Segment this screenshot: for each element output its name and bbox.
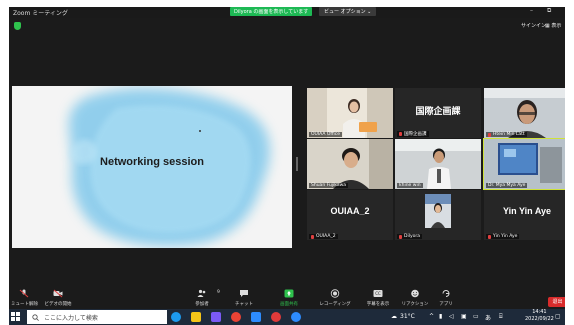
captions-button[interactable]: CC 字幕を表示: [364, 289, 392, 307]
clock-time: 14:41: [532, 309, 547, 315]
mic-muted-icon: [19, 289, 29, 298]
share-screen-icon: [284, 289, 294, 298]
video-feed: [307, 139, 393, 189]
weather-temp[interactable]: 31°C: [400, 313, 415, 320]
ime-mode[interactable]: あ: [485, 313, 491, 322]
reactions-icon: [411, 289, 419, 298]
participants-icon: [197, 289, 206, 297]
participant-tile[interactable]: Shuan Fujikawa: [307, 139, 393, 189]
participant-name-label: Yin Yin Aye: [486, 234, 520, 239]
mic-muted-icon: [399, 234, 402, 239]
shared-screen[interactable]: Networking session: [12, 86, 292, 248]
windows-taskbar: ここに入力して検索 ☁ 31°C ^ ▮ ◁ ▣ ▭ あ ⌸ 14:41 202…: [9, 309, 565, 325]
participant-name-label: Htein Min Latt: [486, 132, 527, 137]
search-icon: [32, 313, 39, 321]
participant-tile[interactable]: Htein Min Latt: [484, 88, 565, 138]
mic-muted-icon: [311, 234, 314, 239]
video-button[interactable]: ビデオの開始: [43, 289, 73, 307]
chrome-icon[interactable]: [231, 312, 241, 322]
shield-icon[interactable]: [14, 22, 21, 30]
cursor-dot: [199, 130, 201, 132]
leave-meeting-button[interactable]: 退出: [548, 297, 565, 307]
captions-icon: CC: [373, 290, 383, 297]
app-title: Zoom ミーティング: [13, 10, 68, 17]
tray-chevron-icon[interactable]: ^: [429, 313, 434, 320]
participants-count: 9: [217, 290, 220, 295]
clock-date: 2022/09/22: [525, 316, 554, 322]
participant-name-label: OUIAA Office: [309, 132, 343, 137]
participant-name-label: Dilyora: [397, 234, 422, 239]
tray-app-icon[interactable]: ▣: [461, 313, 467, 320]
mic-muted-icon: [488, 132, 491, 137]
session-title: Networking session: [100, 156, 204, 168]
meeting-topbar: サインイン ▦ 表示: [9, 18, 565, 34]
weather-icon[interactable]: ☁: [391, 313, 397, 320]
edge-icon[interactable]: [171, 312, 181, 322]
taskbar-clock[interactable]: 14:41 2022/09/22: [525, 309, 554, 323]
app-icon[interactable]: [271, 312, 281, 322]
participant-name-label: Dr. Mya Mya Aye: [486, 183, 528, 188]
apps-icon: [442, 290, 450, 297]
record-button[interactable]: レコーディング: [319, 289, 351, 307]
video-feed: [395, 190, 481, 240]
title-bar: Zoom ミーティング Dilyora の画面を表示しています ビュー オプショ…: [9, 7, 565, 18]
input-method-icon[interactable]: ⌸: [499, 313, 503, 321]
mic-muted-icon: [488, 234, 491, 239]
participant-name-label: 国際企画課: [397, 131, 429, 137]
reactions-button[interactable]: リアクション: [401, 289, 429, 307]
apps-button[interactable]: アプリ: [435, 289, 457, 307]
mic-muted-icon: [399, 132, 402, 136]
network-icon[interactable]: ▮: [439, 313, 442, 320]
video-feed: [484, 88, 565, 138]
participant-display-name: Yin Yin Aye: [502, 206, 551, 216]
share-notice: Dilyora の画面を表示しています: [230, 7, 313, 16]
video-feed: [484, 139, 565, 189]
participant-name-label: Shuan Fujikawa: [309, 183, 349, 188]
participant-tile[interactable]: Dilyora: [395, 190, 481, 240]
participant-tile[interactable]: OUIAA Office: [307, 88, 393, 138]
view-options-button[interactable]: ビュー オプション ⌄: [319, 7, 377, 16]
restore-button[interactable]: ⧉: [547, 7, 551, 15]
participants-button[interactable]: 参加者: [189, 289, 215, 307]
view-button[interactable]: ▦ 表示: [545, 22, 561, 29]
record-icon: [330, 289, 340, 298]
sign-in-button[interactable]: サインイン: [521, 22, 546, 29]
participant-tile[interactable]: Yin Yin Aye Yin Yin Aye: [484, 190, 565, 240]
notification-icon[interactable]: ▢: [555, 313, 561, 320]
participant-name-label: OUIAA_2: [309, 234, 338, 239]
participant-tile[interactable]: khine win: [395, 139, 481, 189]
participant-name-label: khine win: [397, 183, 423, 188]
file-explorer-icon[interactable]: [191, 312, 201, 322]
chat-button[interactable]: チャット: [233, 289, 255, 307]
store-icon[interactable]: [211, 312, 221, 322]
zoom-window: Zoom ミーティング Dilyora の画面を表示しています ビュー オプショ…: [9, 7, 565, 318]
meeting-app-icon[interactable]: [291, 312, 301, 322]
chat-icon: [240, 290, 248, 297]
video-off-icon: [53, 289, 63, 298]
video-feed: [395, 139, 481, 189]
battery-icon[interactable]: ▭: [473, 313, 479, 320]
video-feed: [307, 88, 393, 138]
participant-tile[interactable]: OUIAA_2 OUIAA_2: [307, 190, 393, 240]
volume-icon[interactable]: ◁: [449, 313, 454, 320]
windows-start-icon[interactable]: [11, 312, 20, 321]
zoom-taskbar-icon[interactable]: [251, 312, 261, 322]
participant-display-name: OUIAA_2: [330, 206, 370, 216]
search-placeholder: ここに入力して検索: [44, 314, 98, 322]
participant-tile[interactable]: 国際企画課 国際企画課: [395, 88, 481, 138]
mute-button[interactable]: ミュート解除: [11, 289, 38, 307]
participant-tile-active-speaker[interactable]: Dr. Mya Mya Aye: [483, 138, 565, 190]
share-screen-button[interactable]: 画面共有: [275, 289, 303, 307]
svg-text:CC: CC: [375, 291, 381, 296]
taskbar-search[interactable]: ここに入力して検索: [27, 310, 167, 324]
minimize-button[interactable]: –: [530, 7, 533, 14]
splitter-handle[interactable]: [296, 157, 298, 171]
participant-display-name: 国際企画課: [415, 106, 461, 116]
